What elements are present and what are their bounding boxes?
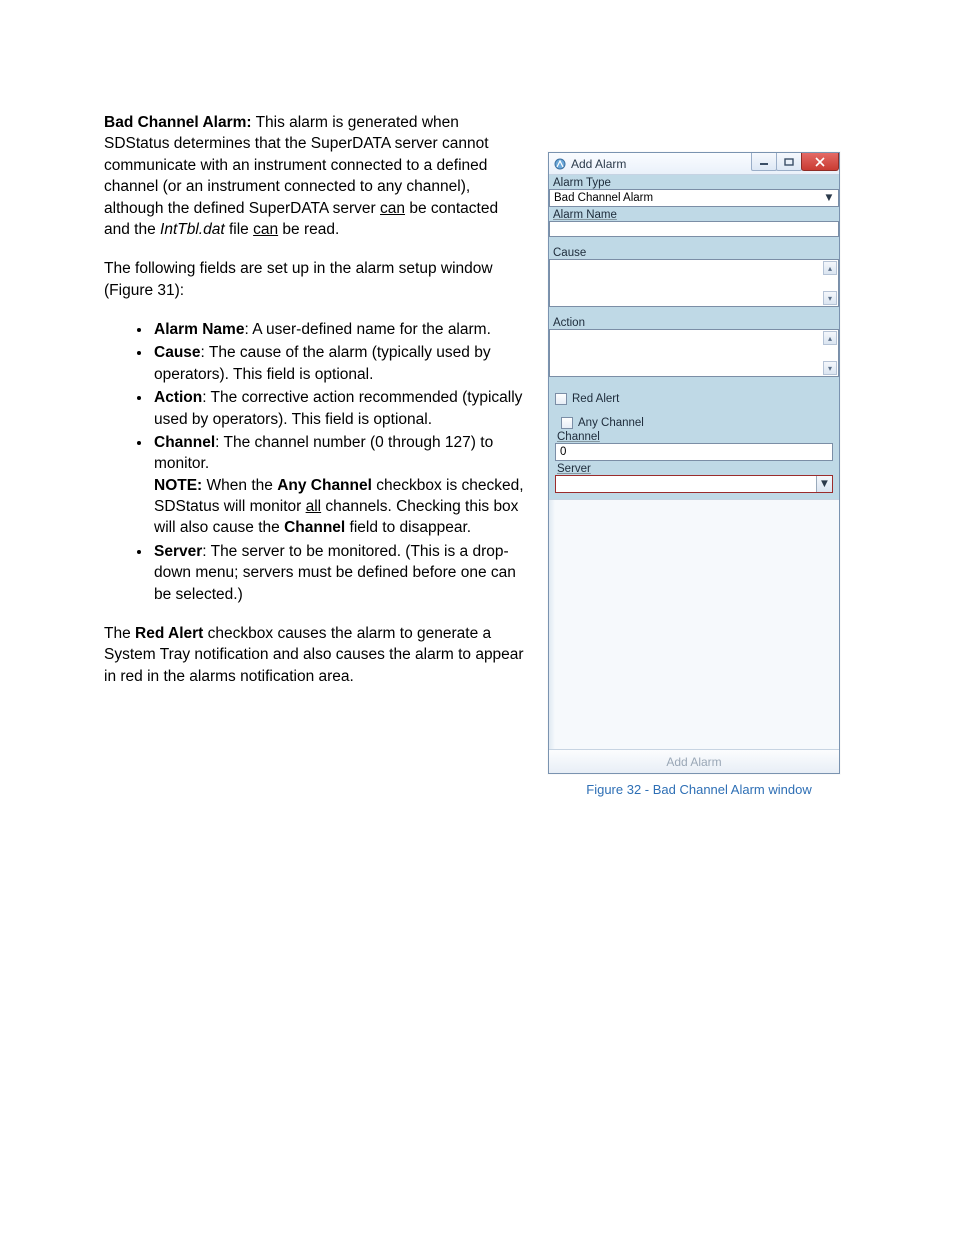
bold-red-alert: Red Alert xyxy=(135,625,203,642)
list-item: Alarm Name: A user-defined name for the … xyxy=(152,319,524,340)
text: be read. xyxy=(278,221,339,238)
text: : The cause of the alarm (typically used… xyxy=(154,344,491,382)
text: : The corrective action recommended (typ… xyxy=(154,389,522,427)
alarm-name-input[interactable] xyxy=(549,221,839,237)
scroll-up-icon[interactable]: ▴ xyxy=(823,331,837,345)
lower-pane xyxy=(549,499,839,749)
close-button[interactable] xyxy=(801,153,839,171)
chevron-down-icon: ▼ xyxy=(822,192,836,204)
window-title: Add Alarm xyxy=(571,157,626,171)
field-name: Channel xyxy=(154,434,215,451)
scroll-up-icon[interactable]: ▴ xyxy=(823,261,837,275)
label-alarm-name: Alarm Name xyxy=(549,207,839,221)
maximize-button[interactable] xyxy=(776,153,802,171)
figure-caption: Figure 32 - Bad Channel Alarm window xyxy=(548,782,850,797)
label-cause: Cause xyxy=(549,245,839,259)
list-item: Action: The corrective action recommende… xyxy=(152,387,524,430)
action-textarea[interactable]: ▴ ▾ xyxy=(549,329,839,377)
text: file xyxy=(225,221,253,238)
bold-any-channel: Any Channel xyxy=(277,477,372,494)
field-name: Action xyxy=(154,389,202,406)
underline-can: can xyxy=(253,221,278,238)
list-item: Server: The server to be monitored. (Thi… xyxy=(152,541,524,605)
alarm-type-value: Bad Channel Alarm xyxy=(554,192,653,204)
document-body: Bad Channel Alarm: This alarm is generat… xyxy=(104,112,524,705)
field-name: Server xyxy=(154,543,202,560)
paragraph-red-alert: The Red Alert checkbox causes the alarm … xyxy=(104,623,524,687)
field-name: Cause xyxy=(154,344,201,361)
heading-bad-channel: Bad Channel Alarm: xyxy=(104,114,252,131)
red-alert-checkbox[interactable] xyxy=(555,393,567,405)
note-label: NOTE: xyxy=(154,477,202,494)
figure-container: Add Alarm Alarm xyxy=(548,112,850,797)
channel-input[interactable]: 0 xyxy=(555,443,833,461)
channel-value: 0 xyxy=(560,446,566,458)
italic-inttbl: IntTbl.dat xyxy=(160,221,225,238)
paragraph-fields-intro: The following fields are set up in the a… xyxy=(104,258,524,301)
label-server: Server xyxy=(549,461,839,475)
bold-channel: Channel xyxy=(284,519,345,536)
text: The xyxy=(104,625,135,642)
alarm-type-combobox[interactable]: Bad Channel Alarm ▼ xyxy=(549,189,839,207)
chevron-down-icon: ▼ xyxy=(816,476,832,492)
text: : A user-defined name for the alarm. xyxy=(244,321,490,338)
any-channel-checkbox[interactable] xyxy=(561,417,573,429)
red-alert-row[interactable]: Red Alert xyxy=(549,389,839,405)
scroll-down-icon[interactable]: ▾ xyxy=(823,361,837,375)
text: When the xyxy=(202,477,277,494)
label-action: Action xyxy=(549,315,839,329)
add-alarm-button[interactable]: Add Alarm xyxy=(549,749,839,773)
label-channel: Channel xyxy=(549,429,839,443)
scroll-down-icon[interactable]: ▾ xyxy=(823,291,837,305)
text: : The server to be monitored. (This is a… xyxy=(154,543,516,603)
label-alarm-type: Alarm Type xyxy=(549,175,839,189)
list-item: Channel: The channel number (0 through 1… xyxy=(152,432,524,539)
window-body: Alarm Type Bad Channel Alarm ▼ Alarm Nam… xyxy=(549,175,839,773)
field-name: Alarm Name xyxy=(154,321,244,338)
list-item: Cause: The cause of the alarm (typically… xyxy=(152,342,524,385)
cause-textarea[interactable]: ▴ ▾ xyxy=(549,259,839,307)
server-combobox[interactable]: ▼ xyxy=(555,475,833,493)
any-channel-label: Any Channel xyxy=(578,417,644,429)
app-icon xyxy=(553,157,567,171)
any-channel-row[interactable]: Any Channel xyxy=(549,413,839,429)
red-alert-label: Red Alert xyxy=(572,393,619,405)
paragraph-intro: Bad Channel Alarm: This alarm is generat… xyxy=(104,112,524,240)
text: field to disappear. xyxy=(345,519,471,536)
minimize-button[interactable] xyxy=(751,153,777,171)
field-list: Alarm Name: A user-defined name for the … xyxy=(104,319,524,605)
underline-can: can xyxy=(380,200,405,217)
add-alarm-window: Add Alarm Alarm xyxy=(548,152,840,774)
window-titlebar[interactable]: Add Alarm xyxy=(549,153,839,175)
underline-all: all xyxy=(306,498,322,515)
